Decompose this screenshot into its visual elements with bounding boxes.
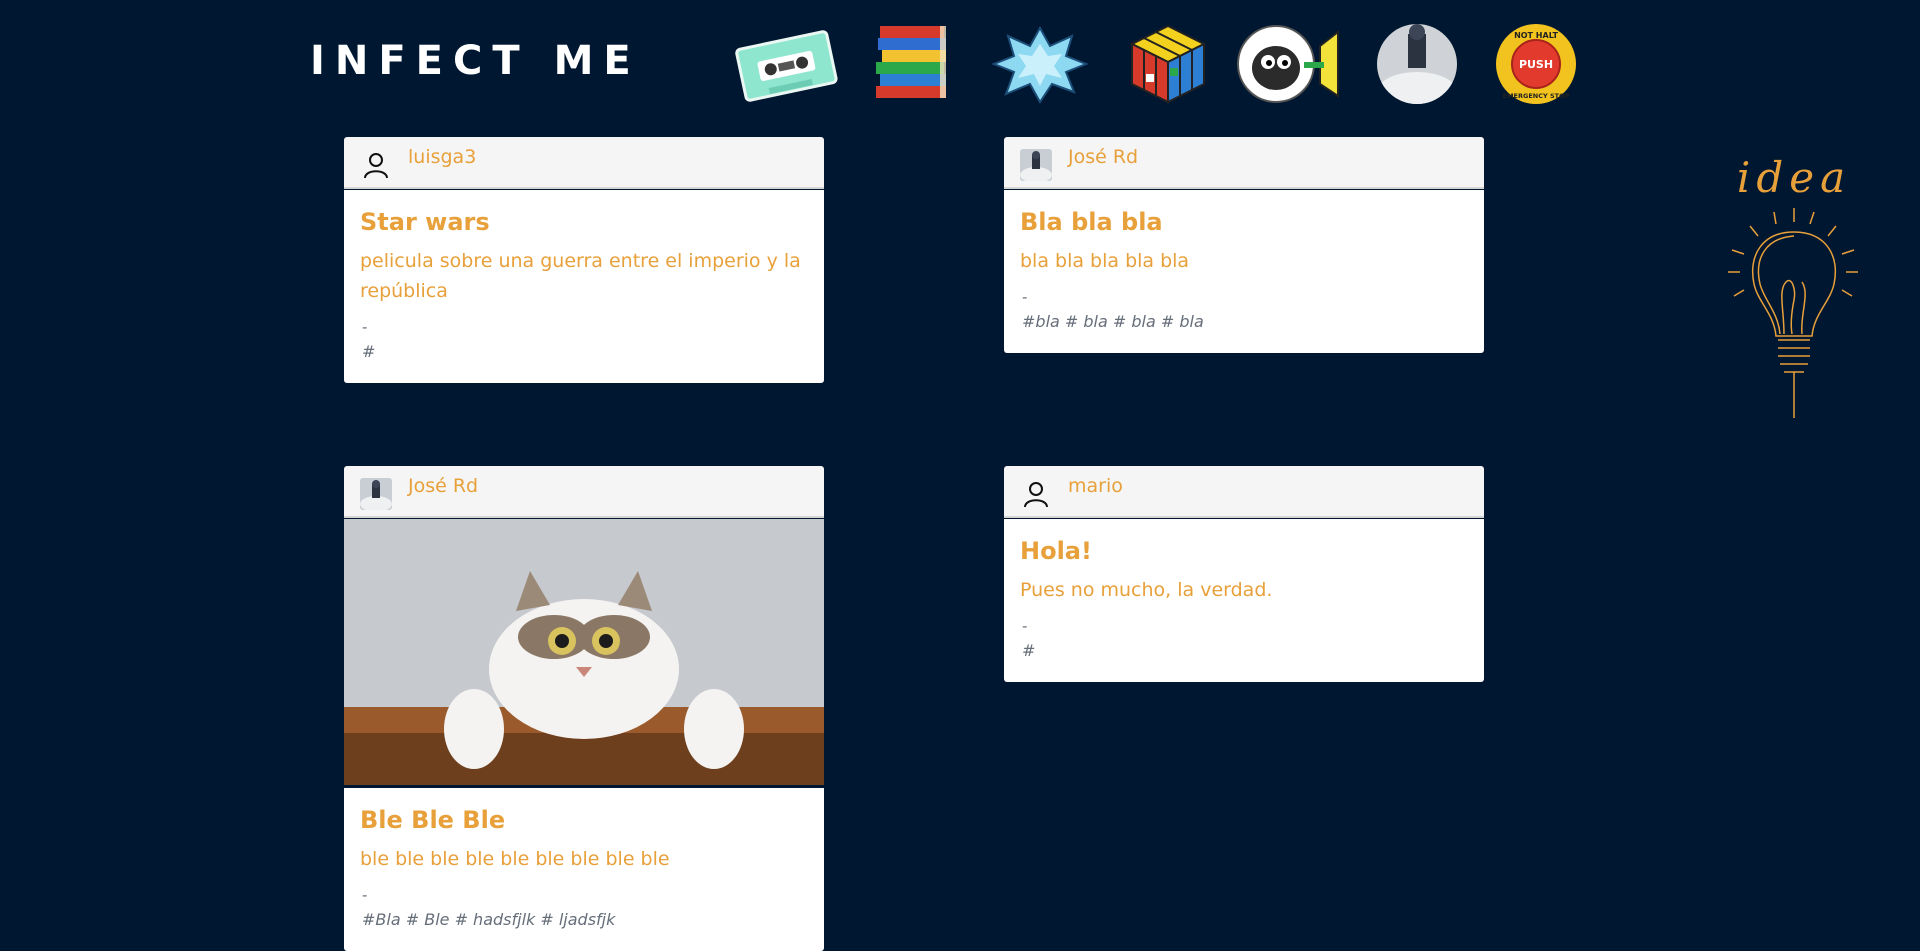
splash-icon[interactable] <box>990 22 1090 106</box>
sheep-icon[interactable] <box>1234 22 1346 106</box>
cassette-icon[interactable] <box>734 22 838 106</box>
user-avatar <box>360 478 392 510</box>
post-body: Star wars pelicula sobre una guerra entr… <box>344 190 824 383</box>
post-separator: - <box>1022 288 1028 306</box>
post-text: pelicula sobre una guerra entre el imper… <box>360 250 801 302</box>
post-username[interactable]: mario <box>1068 475 1123 497</box>
post-username[interactable]: José Rd <box>408 475 478 497</box>
rubik-cube-icon[interactable] <box>1126 22 1210 106</box>
post-text: bla bla bla bla bla <box>1020 250 1190 272</box>
post-separator: - <box>1022 617 1028 635</box>
stop-text-bottom: EMERGENCY STOP <box>1503 92 1570 100</box>
post-image-cat <box>344 519 824 785</box>
post-card: luisga3 Star wars pelicula sobre una gue… <box>344 137 824 383</box>
post-header: José Rd <box>1004 137 1484 187</box>
post-username[interactable]: José Rd <box>1068 146 1138 168</box>
post-title[interactable]: Ble Ble Ble <box>360 806 808 834</box>
site-logo[interactable]: INFECT ME <box>310 38 641 84</box>
post-card: José Rd Ble Ble Ble ble ble ble ble ble … <box>344 466 824 951</box>
post-title[interactable]: Star wars <box>360 208 808 236</box>
post-body: Ble Ble Ble ble ble ble ble ble ble ble … <box>344 788 824 951</box>
post-body: Hola! Pues no mucho, la verdad. - # <box>1004 519 1484 682</box>
post-separator: - <box>362 886 368 904</box>
post-tags[interactable]: #Bla # Ble # hadsfjlk # ljadsfjk <box>362 910 808 929</box>
user-icon <box>1020 478 1052 510</box>
post-header: José Rd <box>344 466 824 516</box>
user-avatar <box>1020 149 1052 181</box>
post-title[interactable]: Hola! <box>1020 537 1468 565</box>
stop-text-top: NOT HALT <box>1514 31 1558 40</box>
user-icon <box>360 149 392 181</box>
lightbulb-icon <box>1728 208 1858 418</box>
post-text: ble ble ble ble ble ble ble ble ble <box>360 848 670 870</box>
post-text: Pues no mucho, la verdad. <box>1020 579 1273 601</box>
post-title[interactable]: Bla bla bla <box>1020 208 1468 236</box>
stop-text-mid: PUSH <box>1519 58 1553 71</box>
emergency-stop-icon[interactable]: NOT HALT PUSH EMERGENCY STOP <box>1494 22 1578 106</box>
post-body: Bla bla bla bla bla bla bla bla - #bla #… <box>1004 190 1484 353</box>
post-tags[interactable]: #bla # bla # bla # bla <box>1022 312 1468 331</box>
snow-avatar-icon[interactable] <box>1376 22 1458 106</box>
idea-lightbulb[interactable]: idea <box>1714 150 1860 420</box>
post-separator: - <box>362 318 368 336</box>
post-tags[interactable]: # <box>1022 641 1468 660</box>
post-card: mario Hola! Pues no mucho, la verdad. - … <box>1004 466 1484 682</box>
books-icon[interactable] <box>870 22 954 106</box>
post-header: luisga3 <box>344 137 824 187</box>
idea-label: idea <box>1737 153 1851 202</box>
post-card: José Rd Bla bla bla bla bla bla bla bla … <box>1004 137 1484 353</box>
post-tags[interactable]: # <box>362 342 808 361</box>
post-header: mario <box>1004 466 1484 516</box>
post-username[interactable]: luisga3 <box>408 146 476 168</box>
